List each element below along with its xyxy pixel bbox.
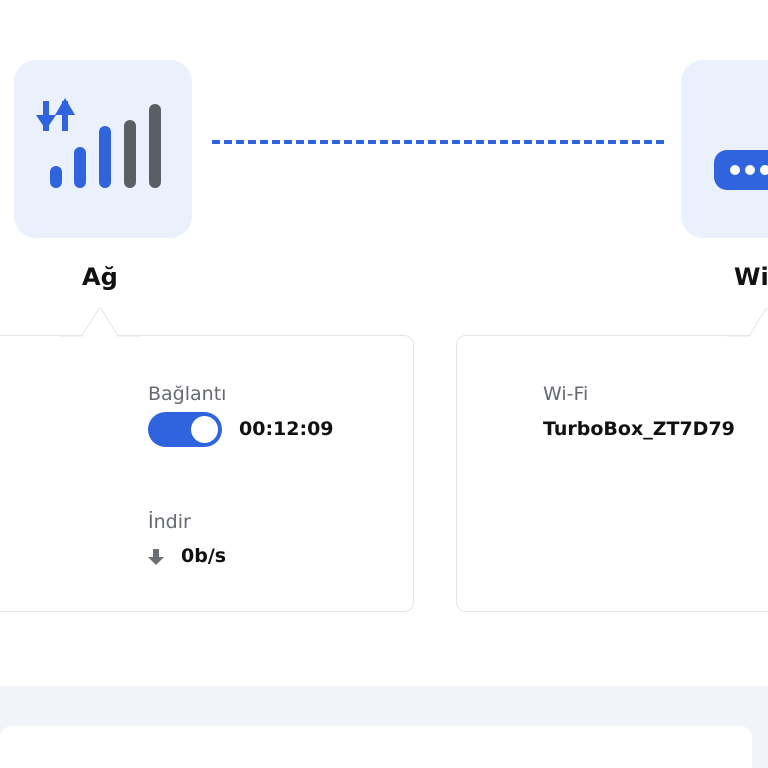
router-icon bbox=[714, 150, 768, 190]
wifi-node-tile[interactable] bbox=[681, 60, 768, 238]
signal-strength-icon bbox=[36, 98, 161, 188]
download-arrow-icon bbox=[148, 549, 164, 565]
network-node-tile[interactable] bbox=[14, 60, 192, 238]
connection-toggle[interactable] bbox=[148, 412, 222, 447]
download-rate: 0b/s bbox=[181, 545, 227, 567]
network-card-pointer bbox=[60, 308, 140, 337]
wifi-node-label: Wi bbox=[734, 263, 768, 291]
network-info-card bbox=[0, 335, 414, 612]
network-map-stage: Ağ Wi Bağlantı 00:12:09 İndir 0b/s Wi-Fi… bbox=[0, 0, 768, 768]
wifi-info-card bbox=[456, 335, 768, 612]
wifi-card-pointer bbox=[727, 308, 768, 337]
wifi-ssid: TurboBox_ZT7D79 bbox=[543, 418, 735, 440]
wifi-label: Wi-Fi bbox=[543, 383, 589, 405]
connection-line bbox=[212, 140, 664, 144]
toggle-knob bbox=[191, 416, 218, 443]
connection-label: Bağlantı bbox=[148, 383, 227, 405]
network-node-label: Ağ bbox=[82, 263, 118, 291]
connection-duration: 00:12:09 bbox=[239, 418, 334, 440]
lower-section-card bbox=[0, 726, 752, 768]
download-label: İndir bbox=[148, 511, 191, 533]
